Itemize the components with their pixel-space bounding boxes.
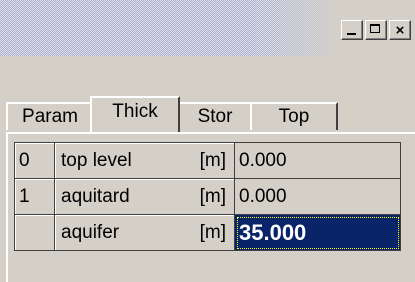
- row-label-cell: top level [m]: [54, 142, 235, 179]
- table-row: aquifer [m] 35.000: [14, 214, 401, 251]
- window-controls: ×: [341, 20, 411, 40]
- tab-stor[interactable]: Stor: [178, 102, 252, 130]
- layer-name: aquifer: [61, 221, 120, 243]
- minimize-button[interactable]: [341, 20, 363, 40]
- layer-name: top level: [61, 149, 132, 171]
- maximize-icon: [370, 24, 380, 33]
- maximize-button[interactable]: [365, 20, 387, 40]
- row-index: 0: [14, 142, 55, 179]
- row-label-cell: aquitard [m]: [54, 178, 235, 215]
- value-cell[interactable]: 0.000: [234, 142, 401, 179]
- thickness-grid: 0 top level [m] 0.000 1 aquitard [m] 0.0…: [14, 142, 401, 251]
- close-button[interactable]: ×: [389, 20, 411, 40]
- row-index: 1: [14, 178, 55, 215]
- table-row: 0 top level [m] 0.000: [14, 142, 401, 179]
- table-row: 1 aquitard [m] 0.000: [14, 178, 401, 215]
- layer-name: aquitard: [61, 185, 130, 207]
- value-cell[interactable]: 0.000: [234, 178, 401, 215]
- unit-label: [m]: [199, 221, 226, 243]
- unit-label: [m]: [199, 185, 226, 207]
- close-icon: ×: [395, 21, 405, 39]
- tab-thick[interactable]: Thick: [90, 96, 180, 132]
- row-label-cell: aquifer [m]: [54, 214, 235, 251]
- row-index: [14, 214, 55, 251]
- unit-label: [m]: [199, 149, 226, 171]
- tab-top[interactable]: Top: [250, 102, 338, 130]
- minimize-icon: [347, 33, 356, 35]
- value-cell-selected[interactable]: 35.000: [234, 214, 401, 251]
- tab-param[interactable]: Param: [6, 102, 92, 130]
- title-bar[interactable]: ×: [0, 0, 415, 56]
